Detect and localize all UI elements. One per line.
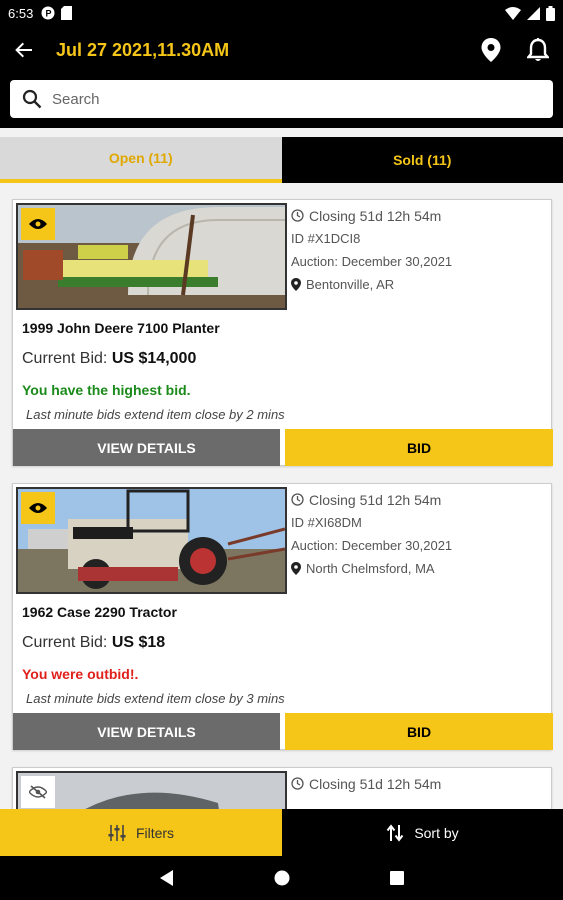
signal-icon xyxy=(527,6,540,20)
bid-status: You have the highest bid. xyxy=(22,382,191,398)
tab-bar: Open (11) Sold (11) xyxy=(0,137,563,183)
closing-time: Closing 51d 12h 54m xyxy=(309,775,442,792)
view-details-button[interactable]: VIEW DETAILS xyxy=(13,429,280,466)
search-icon xyxy=(22,89,42,109)
listing-photo[interactable] xyxy=(16,487,287,594)
listing-meta: Closing 51d 12h 54m ID #XI68DM Auction: … xyxy=(291,488,452,580)
closing-time: Closing 51d 12h 54m xyxy=(309,491,442,508)
location-pin-icon xyxy=(291,278,301,291)
bid-button[interactable]: BID xyxy=(285,713,553,750)
nav-home-icon[interactable] xyxy=(274,870,290,886)
current-bid: Current Bid: US $14,000 xyxy=(22,350,196,368)
page-title: Jul 27 2021,11.30AM xyxy=(56,39,230,60)
clock-icon xyxy=(291,209,304,222)
location-pin-icon xyxy=(291,562,301,575)
item-location: Bentonville, AR xyxy=(306,277,395,292)
item-id: ID #X1DCI8 xyxy=(291,231,361,246)
app-bar: Jul 27 2021,11.30AM xyxy=(0,26,563,74)
view-details-button[interactable]: VIEW DETAILS xyxy=(13,713,280,750)
status-time: 6:53 xyxy=(8,5,34,21)
auction-date: Auction: December 30,2021 xyxy=(291,254,453,269)
watch-toggle[interactable] xyxy=(21,208,55,240)
filter-sliders-icon xyxy=(108,824,126,841)
eye-icon xyxy=(29,219,47,229)
extension-note: Last minute bids extend item close by 3 … xyxy=(26,691,285,706)
watch-toggle[interactable] xyxy=(21,776,55,808)
back-arrow-icon[interactable] xyxy=(14,40,34,60)
closing-time: Closing 51d 12h 54m xyxy=(309,207,442,224)
tab-sold[interactable]: Sold (11) xyxy=(281,137,563,183)
current-bid-label: Current Bid: xyxy=(22,634,108,651)
wifi-icon xyxy=(505,6,521,20)
current-bid-amount: US $14,000 xyxy=(111,350,197,367)
current-bid-amount: US $18 xyxy=(111,634,166,651)
tab-open[interactable]: Open (11) xyxy=(0,137,282,183)
clock-icon xyxy=(291,493,304,506)
svg-text:P: P xyxy=(46,9,52,19)
eye-icon xyxy=(29,503,47,513)
bottom-action-bar: Filters Sort by xyxy=(0,809,563,856)
sort-label: Sort by xyxy=(414,824,459,841)
planter-photo xyxy=(18,205,285,308)
equipment-photo xyxy=(18,773,285,809)
eye-off-icon xyxy=(29,785,47,799)
listing-list[interactable]: Closing 51d 12h 54m ID #X1DCI8 Auction: … xyxy=(0,183,563,809)
clock-icon xyxy=(291,777,304,790)
current-bid: Current Bid: US $18 xyxy=(22,634,165,652)
nav-back-icon[interactable] xyxy=(159,870,174,886)
location-pin-icon[interactable] xyxy=(481,38,501,62)
search-input[interactable]: Search xyxy=(10,80,553,118)
bid-status: You were outbid!. xyxy=(22,666,139,682)
sort-button[interactable]: Sort by xyxy=(282,809,563,856)
listing-photo[interactable] xyxy=(16,771,287,809)
current-bid-label: Current Bid: xyxy=(22,350,108,367)
notification-p-icon: P xyxy=(41,6,55,20)
nav-recents-icon[interactable] xyxy=(389,871,404,885)
listing-meta: Closing 51d 12h 54m ID #X1DCI8 Auction: … xyxy=(291,204,452,296)
filters-label: Filters xyxy=(135,824,175,841)
sort-arrows-icon xyxy=(387,823,404,842)
listing-card: Closing 51d 12h 54m ID #X1DCI8 Auction: … xyxy=(12,199,553,466)
battery-icon xyxy=(546,5,555,21)
item-name: 1962 Case 2290 Tractor xyxy=(22,604,177,620)
item-id: ID #XI68DM xyxy=(291,515,362,530)
status-bar: 6:53 P xyxy=(0,0,563,26)
system-nav-bar xyxy=(0,856,563,900)
item-location: North Chelmsford, MA xyxy=(306,561,435,576)
tractor-photo xyxy=(18,489,285,592)
sd-card-icon xyxy=(61,6,73,20)
auction-date: Auction: December 30,2021 xyxy=(291,538,453,553)
listing-card: Closing 51d 12h 54m xyxy=(12,767,552,809)
extension-note: Last minute bids extend item close by 2 … xyxy=(26,407,285,422)
listing-meta: Closing 51d 12h 54m xyxy=(291,772,441,795)
notification-bell-icon[interactable] xyxy=(527,38,549,62)
bid-button[interactable]: BID xyxy=(285,429,553,466)
search-placeholder: Search xyxy=(52,90,100,108)
item-name: 1999 John Deere 7100 Planter xyxy=(22,320,220,336)
listing-photo[interactable] xyxy=(16,203,287,310)
watch-toggle[interactable] xyxy=(21,492,55,524)
filters-button[interactable]: Filters xyxy=(0,809,282,856)
listing-card: Closing 51d 12h 54m ID #XI68DM Auction: … xyxy=(12,483,553,750)
